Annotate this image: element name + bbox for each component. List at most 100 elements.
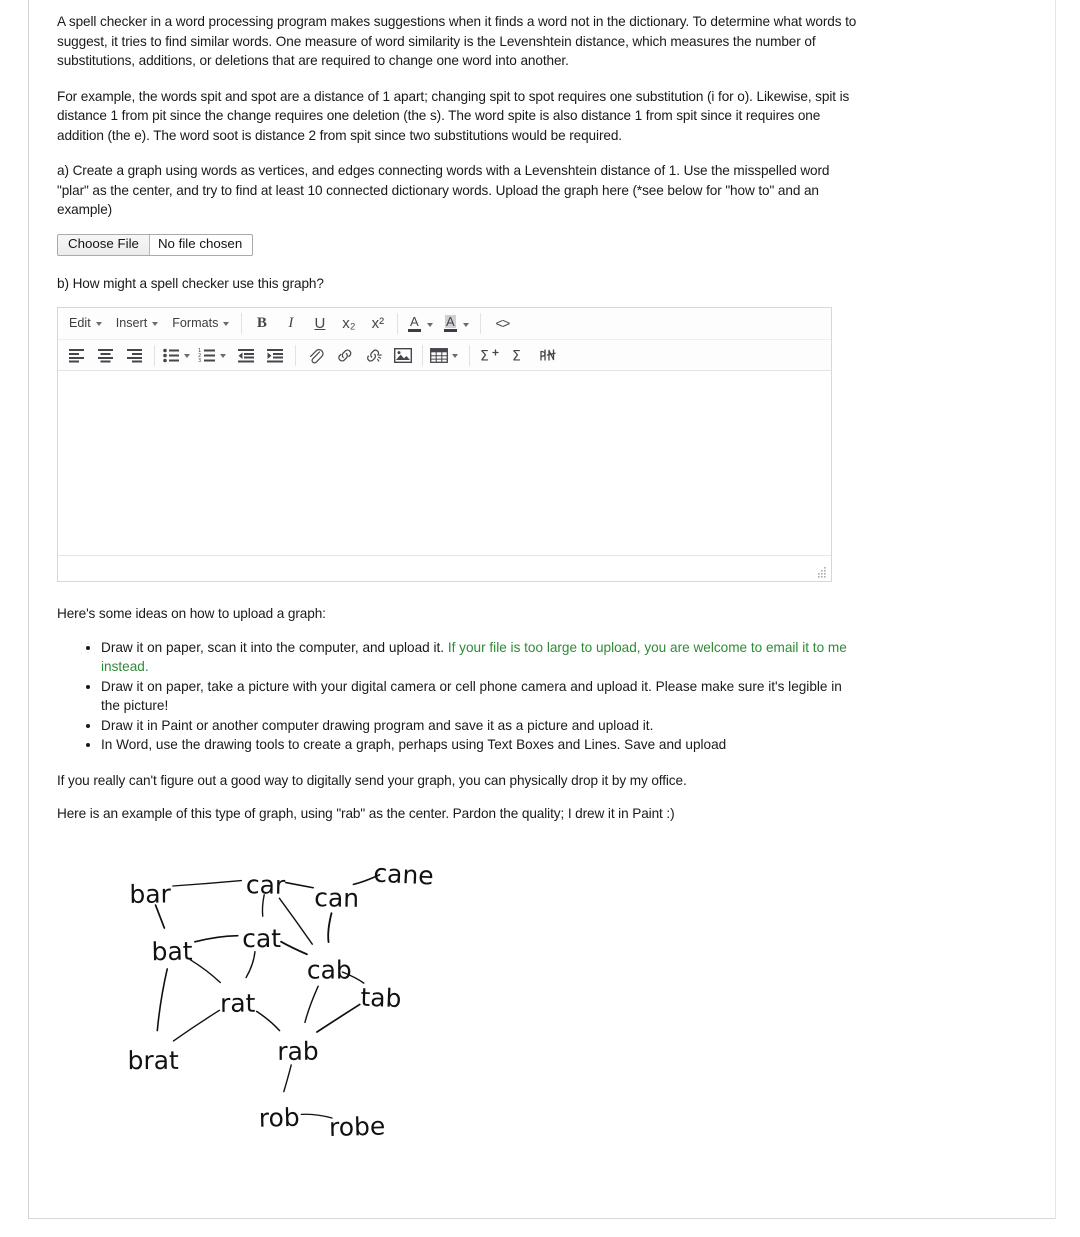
toolbar-divider [397, 313, 399, 334]
file-name-status: No file chosen [157, 236, 243, 252]
question-b-text: b) How might a spell checker use this gr… [57, 275, 324, 291]
toolbar-divider [295, 344, 296, 366]
closing-note: If you really can't figure out a good wa… [57, 772, 687, 788]
outdent-icon[interactable] [232, 343, 261, 368]
graph-edge [285, 881, 314, 889]
italic-icon[interactable]: I [276, 311, 305, 336]
graph-node-label: brat [128, 1045, 180, 1074]
numbered-list-icon[interactable]: 123 [196, 343, 218, 368]
graph-node-label: rab [277, 1036, 319, 1065]
menu-insert[interactable]: Insert [109, 313, 166, 334]
assignment-content: A spell checker in a word processing pro… [57, 0, 857, 1143]
text-color-picker[interactable]: A [403, 311, 439, 336]
editor-toolbar: Edit Insert Formats B I U x₂ x² A A <> 1… [58, 308, 831, 371]
unlink-icon[interactable] [359, 343, 388, 368]
image-icon[interactable] [388, 343, 417, 368]
graph-node-label: car [246, 870, 287, 900]
list-item: In Word, use the drawing tools to create… [101, 735, 857, 755]
source-code-icon[interactable]: <> [486, 311, 518, 336]
graph-edge [327, 911, 333, 943]
graph-node-label: can [314, 883, 359, 913]
idea-text: Draw it in Paint or another computer dra… [101, 717, 654, 733]
toolbar-divider [154, 344, 155, 366]
graph-node-label: robe [329, 1111, 386, 1142]
intro-paragraph-1: A spell checker in a word processing pro… [57, 14, 857, 68]
graph-edge [189, 958, 221, 983]
insert-equation-icon[interactable]: Σ [475, 343, 504, 368]
align-left-icon[interactable] [62, 343, 91, 368]
example-graph-image: bar car can cane bat cat cab rat tab brat rab rob ro… [57, 838, 457, 1143]
bold-icon[interactable]: B [247, 311, 276, 336]
graph-edge [172, 879, 243, 887]
chevron-down-icon [184, 354, 190, 358]
idea-text: Draw it on paper, take a picture with yo… [101, 678, 842, 714]
upload-ideas-list: Draw it on paper, scan it into the compu… [57, 638, 857, 755]
editor-resize-grip[interactable] [816, 567, 827, 578]
align-center-icon[interactable] [91, 343, 120, 368]
background-color-swatch [443, 329, 457, 332]
example-caption: Here is an example of this type of graph… [57, 806, 675, 821]
ideas-intro: Here's some ideas on how to upload a gra… [57, 606, 326, 621]
menu-edit-label: Edit [69, 316, 91, 330]
graph-edge [300, 1113, 333, 1119]
menu-edit[interactable]: Edit [62, 313, 109, 334]
table-caret[interactable] [450, 353, 462, 358]
background-color-letter: A [445, 314, 456, 329]
graph-node-label: bat [151, 936, 193, 966]
attachment-icon[interactable] [301, 343, 330, 368]
graph-edge [255, 1010, 281, 1031]
source-code-glyph: <> [495, 315, 511, 331]
chevron-down-icon [452, 354, 458, 358]
editor-toolbar-row-1: Edit Insert Formats B I U x₂ x² A A <> [58, 308, 831, 339]
text-color-caret[interactable] [425, 322, 437, 327]
superscript-icon[interactable]: x² [363, 311, 392, 336]
table-icon[interactable] [428, 343, 450, 368]
indent-icon[interactable] [261, 343, 290, 368]
italic-glyph: I [288, 315, 294, 331]
graph-edge [316, 1003, 361, 1033]
graph-node-label: rob [258, 1102, 300, 1132]
rich-text-editor: Edit Insert Formats B I U x₂ x² A A <> 1… [57, 307, 832, 582]
menu-insert-label: Insert [115, 316, 148, 330]
chevron-down-icon [427, 322, 434, 327]
special-character-icon[interactable] [533, 343, 562, 368]
graph-node-label: rat [220, 988, 256, 1017]
background-color-icon: A [439, 311, 461, 336]
chevron-down-icon [152, 322, 159, 326]
graph-node-label: cane [373, 858, 434, 890]
numbered-list-picker[interactable]: 123 [196, 343, 232, 368]
graph-edge [283, 1063, 292, 1092]
chevron-down-icon [95, 322, 102, 326]
underline-icon[interactable]: U [305, 311, 334, 336]
subscript-icon[interactable]: x₂ [334, 311, 363, 336]
toolbar-divider [480, 313, 482, 334]
math-sigma-icon[interactable]: Σ [504, 343, 533, 368]
link-icon[interactable] [330, 343, 359, 368]
graph-edge [156, 967, 169, 1031]
editor-content-area[interactable] [58, 371, 831, 556]
bullet-list-picker[interactable] [160, 343, 196, 368]
background-color-caret[interactable] [461, 322, 473, 327]
choose-file-button[interactable]: Choose File [58, 234, 150, 255]
toolbar-divider [469, 344, 470, 366]
bullet-list-caret[interactable] [182, 353, 194, 358]
text-color-icon: A [403, 311, 425, 336]
svg-text:Σ: Σ [512, 348, 521, 364]
text-color-swatch [407, 329, 421, 332]
editor-status-bar [58, 556, 831, 581]
graph-edge [280, 940, 308, 955]
table-picker[interactable] [428, 343, 464, 368]
graph-node-label: tab [360, 982, 402, 1012]
file-upload-input[interactable]: Choose File No file chosen [57, 233, 254, 256]
idea-text: Draw it on paper, scan it into the compu… [101, 639, 445, 655]
list-item: Draw it on paper, scan it into the compu… [101, 638, 857, 677]
bullet-list-icon[interactable] [160, 343, 182, 368]
chevron-down-icon [220, 354, 226, 358]
numbered-list-caret[interactable] [218, 353, 230, 358]
graph-node-label: bar [129, 879, 171, 908]
align-right-icon[interactable] [120, 343, 149, 368]
background-color-picker[interactable]: A [439, 311, 475, 336]
graph-node-label: cat [242, 923, 281, 952]
idea-text: In Word, use the drawing tools to create… [101, 737, 727, 752]
menu-formats[interactable]: Formats [165, 313, 236, 334]
